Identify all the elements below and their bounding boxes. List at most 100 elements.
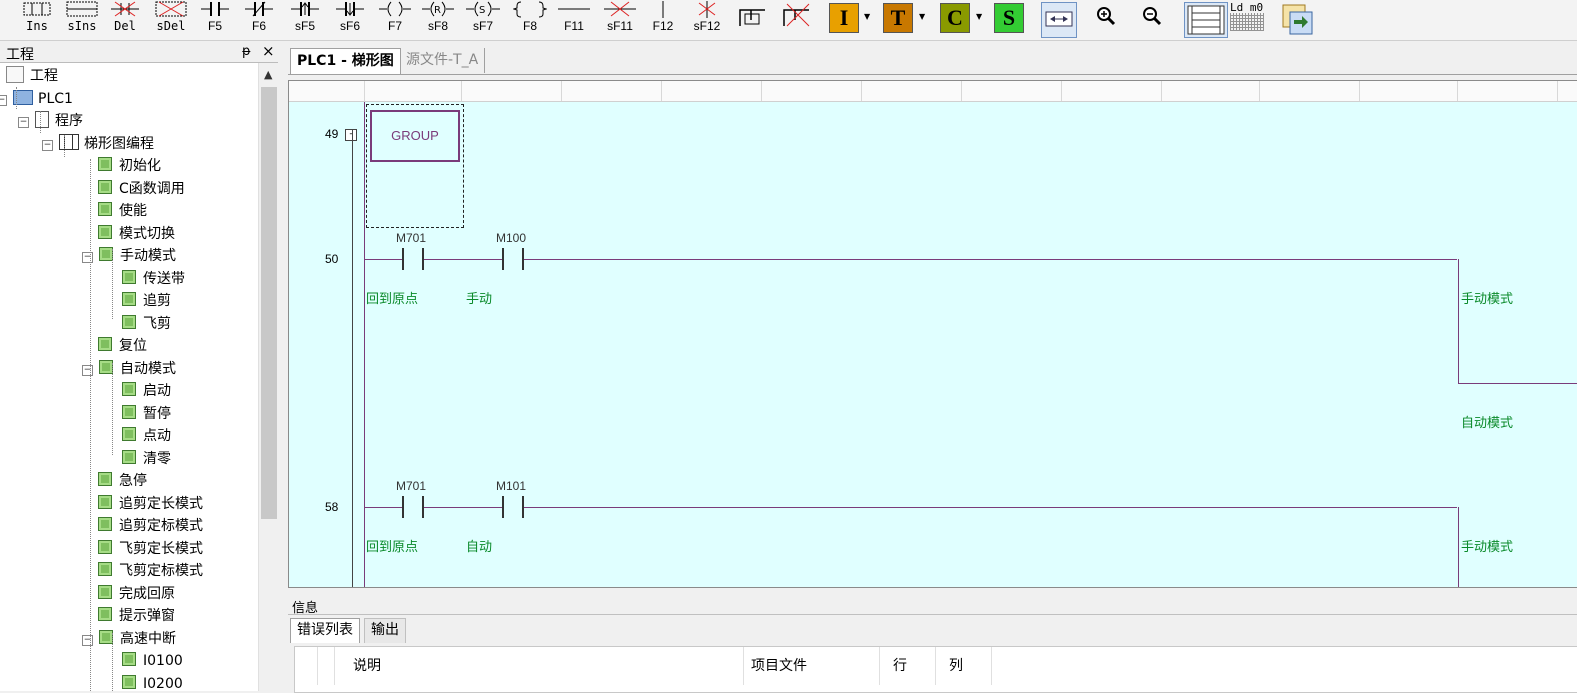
rising-contact-label: sF5 [294,19,315,33]
convert-button[interactable] [1280,2,1314,36]
ladder-editor[interactable]: 49 - 50 58 GROUP M701 回到原点 M100 手动 手动模式 … [288,80,1577,588]
tree-item[interactable]: 飞剪定长模式 [98,538,203,560]
no-contact-button[interactable]: F5 [200,0,230,38]
tree-item[interactable]: 提示弹窗 [98,605,175,627]
insert-column-icon [66,1,98,17]
step-ladder-button[interactable] [736,0,770,38]
tree-item[interactable]: 完成回原 [98,583,175,605]
tree-item[interactable]: 点动 [122,425,171,447]
tree-item[interactable]: I0200 [122,673,183,691]
tree-item[interactable]: 追剪 [122,290,171,312]
column-header-column[interactable]: 列 [941,647,992,685]
close-icon[interactable]: × [262,42,275,60]
column-header-type[interactable] [318,647,335,685]
tree-item[interactable]: 飞剪定标模式 [98,560,203,582]
collapse-icon[interactable]: − [82,252,93,263]
tree-item[interactable]: I0100 [122,650,183,672]
rising-contact-button[interactable]: sF5 [290,0,320,38]
horizontal-line-button[interactable]: F11 [556,0,592,38]
column-header-row[interactable]: 行 [885,647,936,685]
delete-ladder-button[interactable] [780,0,814,38]
function-block-button[interactable]: F8 [512,0,548,38]
tree-item[interactable]: C函数调用 [98,178,185,200]
coil-button[interactable]: F7 [378,0,412,38]
project-tree-scrollbar[interactable]: ▲ [258,63,279,691]
reset-coil-button[interactable]: R sF8 [421,0,455,38]
tree-item[interactable]: − PLC1 [0,88,73,110]
ladder-view-icon [1187,5,1225,35]
delete-column-icon [155,1,187,17]
tree-item[interactable]: − 高速中断 [82,628,176,650]
normally-open-contact[interactable] [502,496,524,518]
tree-item[interactable]: 追剪定标模式 [98,515,203,537]
contact-address: M100 [496,231,527,245]
tree-guide-line [90,159,91,691]
tab-source-file[interactable]: 源文件-T_A [400,48,486,73]
scrollbar-thumb[interactable] [261,87,277,519]
vertical-line-button[interactable]: F12 [648,0,678,38]
tree-item[interactable]: 复位 [98,335,147,357]
tab-error-list[interactable]: 错误列表 [290,618,360,643]
instruction-t-button[interactable]: T [883,3,913,33]
delete-column-button[interactable]: sDel [152,0,190,38]
insert-column-button[interactable]: sIns [63,0,101,38]
tree-item[interactable]: 追剪定长模式 [98,493,203,515]
delete-line-button[interactable]: sF11 [602,0,638,38]
collapse-toggle-icon[interactable]: - [345,129,357,141]
instruction-s-button[interactable]: S [994,3,1024,33]
reset-coil-label: sF8 [427,19,448,33]
tree-item[interactable]: 初始化 [98,155,161,177]
instruction-i-button[interactable]: I [829,3,859,33]
normally-open-contact[interactable] [502,248,524,270]
block-icon [99,247,113,261]
zoom-out-button[interactable] [1138,2,1172,36]
set-coil-button[interactable]: S sF7 [465,0,501,38]
info-panel-header: 信息 [288,596,1577,616]
tree-item[interactable]: 飞剪 [122,313,171,335]
zoom-in-button[interactable] [1092,2,1126,36]
tree-item[interactable]: 使能 [98,200,147,222]
column-header-project-file[interactable]: 项目文件 [743,647,880,685]
column-header-description[interactable]: 说明 [345,647,744,685]
instruction-c-button[interactable]: C [940,3,970,33]
falling-contact-button[interactable]: sF6 [335,0,365,38]
chevron-down-icon[interactable]: ▼ [864,12,870,21]
collapse-icon[interactable]: − [0,94,7,106]
pin-icon[interactable]: ᵽ [242,44,251,59]
tree-item[interactable]: − 手动模式 [82,245,176,267]
tree-item[interactable]: 急停 [98,470,147,492]
delete-rung-button[interactable]: Del [108,0,142,38]
instruction-list-button[interactable]: Ld m0 [1230,2,1270,36]
insert-rung-icon [23,2,51,16]
nc-contact-button[interactable]: F6 [244,0,274,38]
column-header-icon[interactable] [295,647,318,685]
collapse-icon[interactable]: − [42,139,53,151]
tree-item[interactable]: − 程序 [18,110,83,132]
ladder-view-button[interactable] [1184,2,1228,38]
tree-item[interactable]: 启动 [122,380,171,402]
block-icon [98,562,112,576]
tree-item[interactable]: − 梯形图编程 [42,133,154,155]
scroll-up-icon[interactable]: ▲ [264,68,272,81]
fit-width-button[interactable] [1041,2,1077,38]
output-block[interactable] [1458,259,1577,384]
normally-open-contact[interactable] [402,248,424,270]
tree-item[interactable]: 清零 [122,448,171,470]
collapse-icon[interactable]: − [18,117,29,128]
tree-item[interactable]: 工程 [6,65,58,87]
tree-item[interactable]: 模式切换 [98,223,175,245]
chevron-down-icon[interactable]: ▼ [919,12,925,21]
collapse-icon[interactable]: − [82,364,93,376]
tree-item[interactable]: − 自动模式 [82,358,176,380]
chevron-down-icon[interactable]: ▼ [976,12,982,21]
insert-rung-button[interactable]: Ins [20,0,54,38]
delete-vertical-line-button[interactable]: sF12 [690,0,724,38]
tree-item[interactable]: 暂停 [122,403,171,425]
tab-output[interactable]: 输出 [364,618,406,643]
ruler-tick [1161,81,1162,101]
normally-open-contact[interactable] [402,496,424,518]
group-block[interactable]: GROUP [370,110,460,162]
tree-item[interactable]: 传送带 [122,268,185,290]
collapse-icon[interactable]: − [82,634,93,646]
tab-ladder[interactable]: PLC1 - 梯形图 [290,48,401,74]
